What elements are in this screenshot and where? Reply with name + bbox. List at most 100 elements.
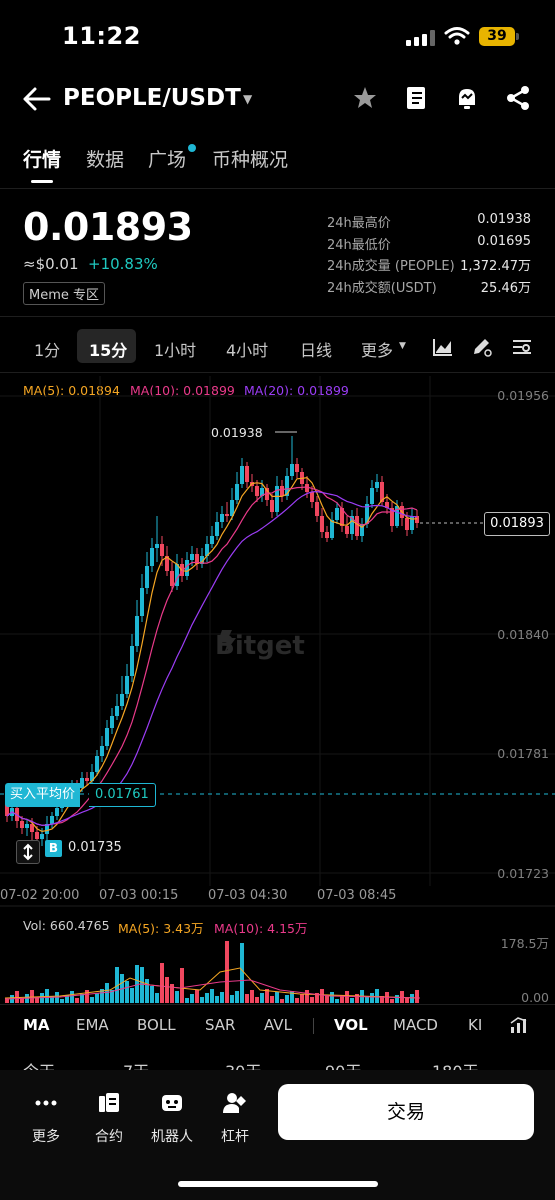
volume-bar [395,995,399,1003]
volume-bar [70,991,74,1003]
interval-1m[interactable]: 1分 [34,337,60,361]
volume-chart [4,941,421,1003]
candle-body [270,500,274,512]
more-dropdown-icon[interactable]: ▼ [399,341,406,351]
volume-bar [230,995,234,1003]
swap-icon[interactable] [16,840,40,864]
more-label: 更多 [32,1129,60,1145]
volume-bar [280,999,284,1003]
price-alert-icon[interactable] [454,85,480,111]
indicator-macd[interactable]: MACD [393,1016,438,1034]
volume-bar [375,989,379,1003]
volume-bars [4,941,421,1003]
candle-body [325,532,329,538]
stat-label-low: 24h最低价 [327,238,391,253]
interval-more[interactable]: 更多 [361,337,393,361]
candle-body [190,554,194,560]
volume-bar [335,999,339,1003]
time-tick: 07-03 00:15 [99,888,179,903]
back-arrow-icon[interactable] [22,86,52,112]
candle-body [335,508,339,520]
buy-marker: B [45,840,62,857]
fiat-price: ≈$0.01 [23,255,79,273]
candlestick-chart[interactable]: Bitget [0,376,555,916]
volume-bar [195,990,199,1003]
pair-title[interactable]: PEOPLE/USDT [63,85,241,111]
indicator-sar[interactable]: SAR [205,1016,235,1034]
volume-bar [370,993,374,1003]
tab-coin-overview[interactable]: 币种概况 [212,145,288,172]
tab-active-indicator [31,180,53,183]
trade-button[interactable]: 交易 [278,1084,534,1140]
zone-tag[interactable]: Meme 专区 [23,282,106,305]
indicator-settings-icon[interactable] [509,1015,529,1035]
robot-button[interactable]: 机器人 [142,1090,202,1146]
leverage-button[interactable]: 杠杆 [205,1090,265,1146]
volume-bar [220,992,224,1003]
candle-body [295,464,299,472]
candle-body [330,520,334,538]
candle-body [375,482,379,488]
watermark-logo: Bitget [215,630,305,661]
tab-data[interactable]: 数据 [86,145,124,172]
star-icon[interactable] [352,85,378,111]
share-icon[interactable] [505,85,531,111]
contract-icon [99,1093,119,1112]
volume-bar [320,989,324,1003]
indicator-vol[interactable]: VOL [334,1016,368,1034]
volume-bar [180,968,184,1003]
candle-body [80,778,84,788]
pair-dropdown-icon[interactable]: ▼ [243,92,252,106]
time-tick: 07-03 04:30 [208,888,288,903]
candle-body [140,588,144,616]
divider [0,1004,555,1005]
status-time: 11:22 [62,22,141,50]
notes-icon[interactable] [403,85,429,111]
notification-dot [188,144,196,152]
draw-tool-icon[interactable] [471,337,493,357]
volume-bar [300,994,304,1003]
volume-bar [310,997,314,1003]
last-price: 0.01893 [23,205,193,249]
indicator-ema[interactable]: EMA [76,1016,109,1034]
volume-bar [75,998,79,1003]
volume-bar [130,988,134,1003]
candle-body [310,492,314,502]
volume-bar [90,997,94,1003]
divider [0,188,555,189]
candle-body [255,486,259,496]
more-button[interactable]: 更多 [16,1090,76,1146]
candle-body [145,566,149,588]
volume-bar [295,998,299,1003]
candle-body [130,646,134,676]
indicator-boll[interactable]: BOLL [137,1016,176,1034]
candle-body [35,832,39,839]
price-tick: 0.01723 [497,866,549,881]
tab-square[interactable]: 广场 [148,145,186,172]
indicator-avl[interactable]: AVL [264,1016,292,1034]
interval-1h[interactable]: 1小时 [154,337,196,361]
stat-label-high: 24h最高价 [327,216,391,231]
last-price-tag: 0.01893 [484,512,550,536]
indicator-kdj[interactable]: KI [468,1016,482,1034]
volume-bar [155,993,159,1003]
candle-body [105,728,109,746]
indicator-chart-icon[interactable] [432,337,454,357]
interval-15m[interactable]: 15分 [89,337,127,361]
chart-settings-icon[interactable] [511,337,533,357]
contract-button[interactable]: 合约 [79,1090,139,1146]
volume-bar [240,943,244,1003]
stat-value-volume: 1,372.47万 [460,259,531,274]
candle-body [320,516,324,532]
volume-bar [160,963,164,1003]
tab-market[interactable]: 行情 [23,145,61,172]
interval-4h[interactable]: 4小时 [226,337,268,361]
volume-bar [305,990,309,1003]
candle-body [245,466,249,482]
volume-bar [225,941,229,1003]
indicator-ma[interactable]: MA [23,1016,50,1034]
interval-1d[interactable]: 日线 [300,337,332,361]
volume-bar [250,990,254,1003]
candle-body [225,514,229,516]
volume-bar [205,993,209,1003]
